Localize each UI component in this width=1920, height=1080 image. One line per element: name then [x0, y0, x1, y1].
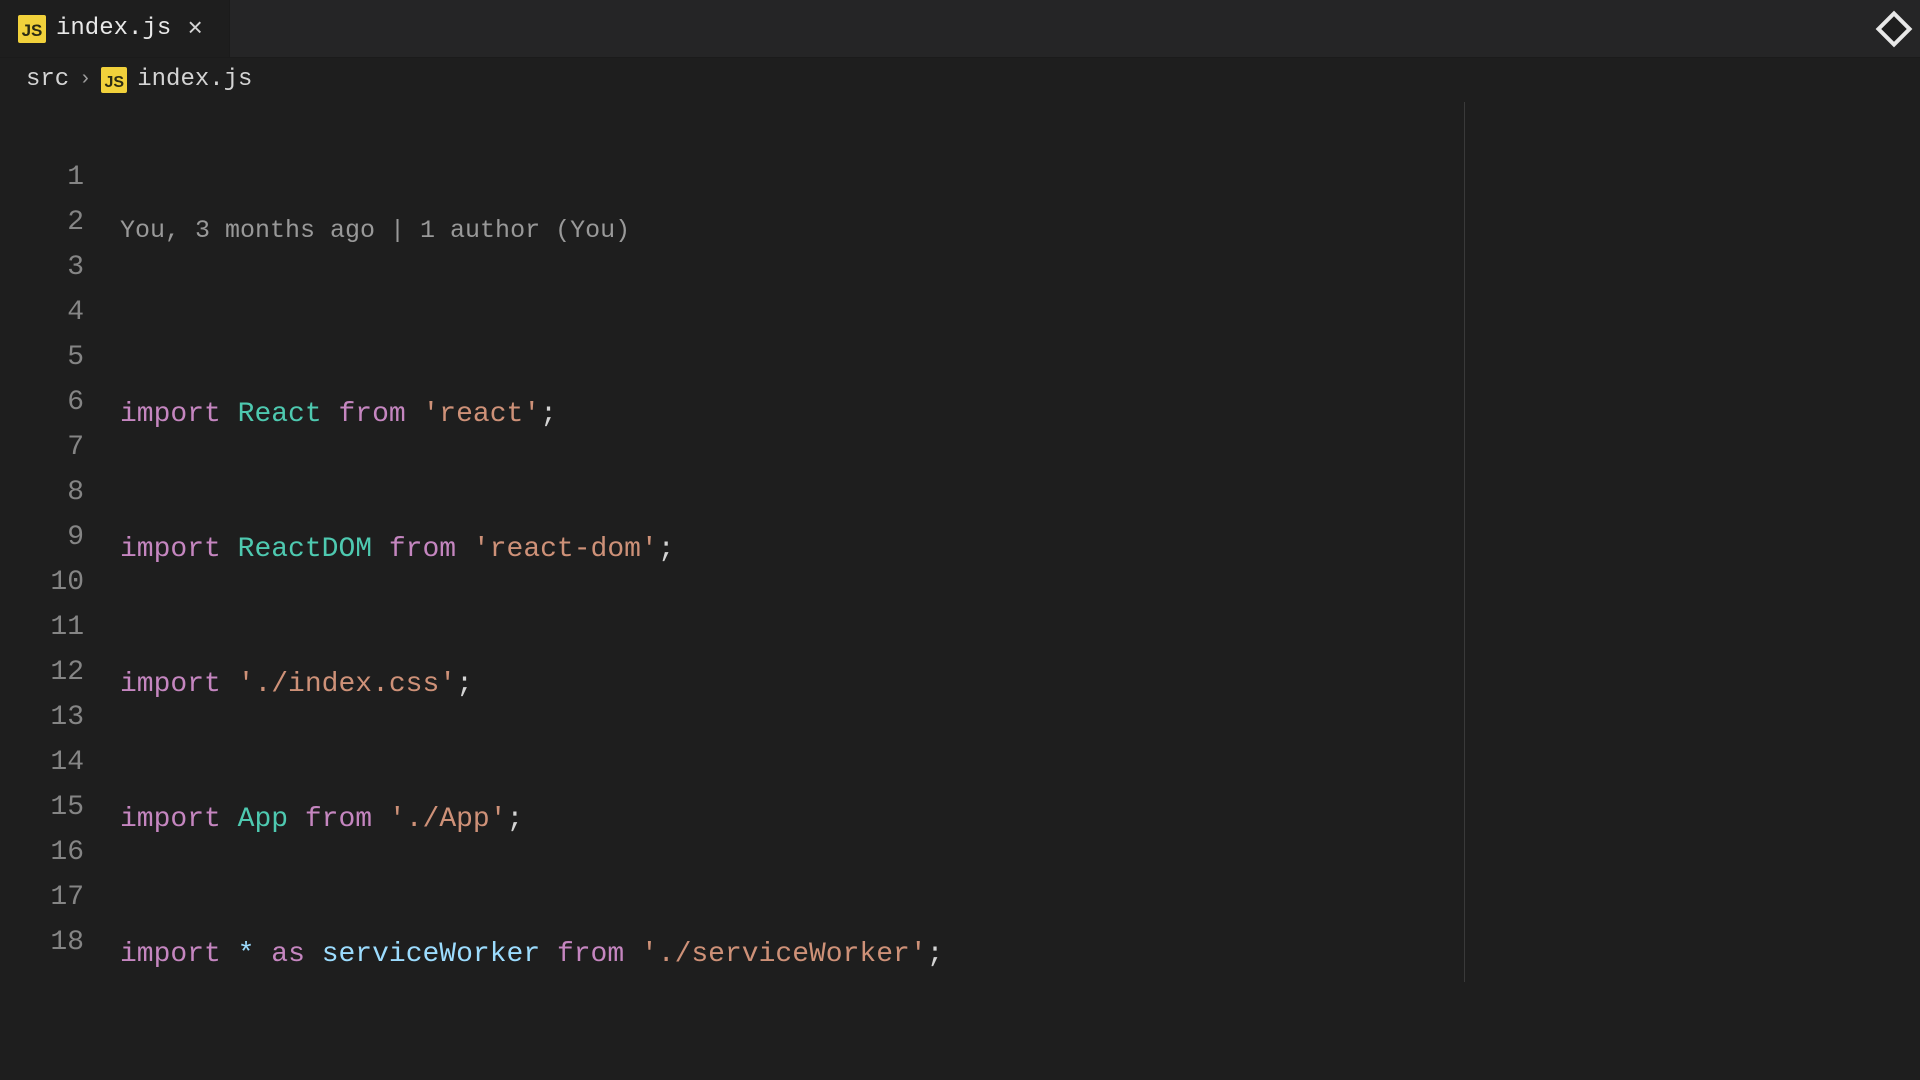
line-number: 16 [0, 830, 84, 875]
code-line[interactable]: import React from 'react'; [120, 392, 1836, 437]
chevron-right-icon: › [79, 68, 91, 91]
breadcrumb: src › JS index.js [0, 58, 1920, 102]
line-number: 11 [0, 605, 84, 650]
extension-icon[interactable] [1874, 9, 1914, 49]
line-number: 9 [0, 515, 84, 560]
line-number: 6 [0, 380, 84, 425]
tab-index-js[interactable]: JS index.js × [0, 0, 230, 57]
line-number-gutter: 1 2 3 4 5 6 7 8 9 10 11 12 13 14 15 16 1… [0, 110, 120, 1080]
tab-strip-spacer [230, 0, 1868, 57]
javascript-file-icon: JS [101, 67, 127, 93]
line-number: 3 [0, 245, 84, 290]
breadcrumb-segment-src[interactable]: src [26, 66, 69, 93]
line-number: 5 [0, 335, 84, 380]
codelens-authors[interactable]: You, 3 months ago | 1 author (You) [120, 200, 1836, 257]
code-line[interactable] [120, 1067, 1836, 1080]
breadcrumb-segment-file[interactable]: index.js [137, 66, 252, 93]
code-line[interactable]: import ReactDOM from 'react-dom'; [120, 527, 1836, 572]
line-number: 2 [0, 200, 84, 245]
line-number: 7 [0, 425, 84, 470]
line-number: 18 [0, 920, 84, 965]
code-line[interactable]: import App from './App'; [120, 797, 1836, 842]
diamond-icon [1876, 11, 1913, 48]
close-icon[interactable]: × [181, 15, 209, 43]
line-number: 10 [0, 560, 84, 605]
code-editor[interactable]: 1 2 3 4 5 6 7 8 9 10 11 12 13 14 15 16 1… [0, 102, 1920, 1080]
line-number: 13 [0, 695, 84, 740]
code-content[interactable]: You, 3 months ago | 1 author (You) impor… [120, 110, 1836, 1080]
code-line[interactable]: import * as serviceWorker from './servic… [120, 932, 1836, 977]
line-number: 14 [0, 740, 84, 785]
line-number: 1 [0, 155, 84, 200]
line-number: 4 [0, 290, 84, 335]
line-number: 12 [0, 650, 84, 695]
line-number: 17 [0, 875, 84, 920]
line-number: 15 [0, 785, 84, 830]
line-number: 8 [0, 470, 84, 515]
javascript-file-icon: JS [18, 15, 46, 43]
code-line[interactable]: import './index.css'; [120, 662, 1836, 707]
tab-strip: JS index.js × [0, 0, 1920, 58]
tab-label: index.js [56, 15, 171, 42]
